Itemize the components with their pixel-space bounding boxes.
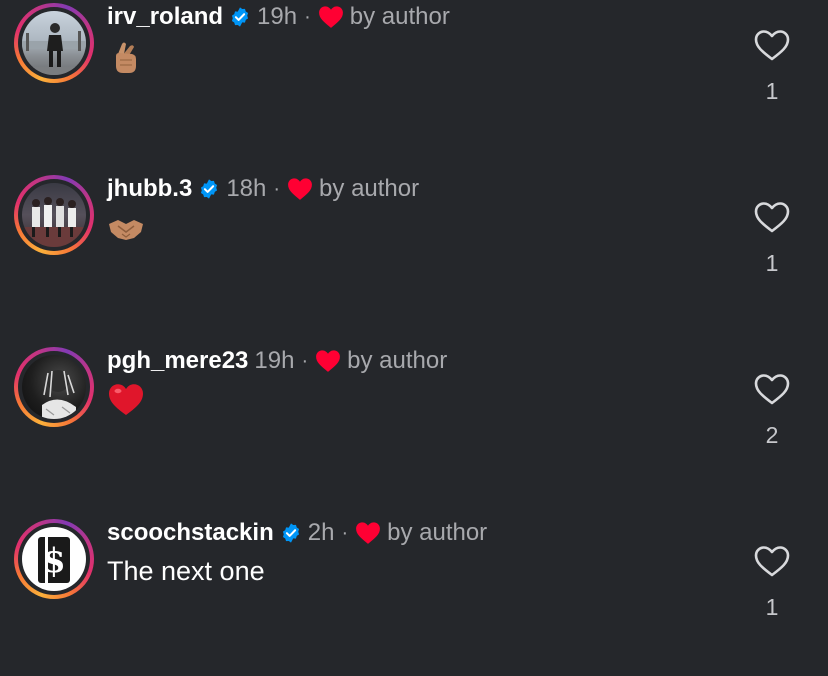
heart-filled-icon xyxy=(288,178,312,200)
comment-time: 2h xyxy=(307,519,335,546)
separator-dot: · xyxy=(341,521,349,544)
comment-time: 18h xyxy=(226,175,267,202)
separator-dot: · xyxy=(301,349,309,372)
verified-badge-icon xyxy=(231,7,249,27)
username[interactable]: pgh_mere23 xyxy=(107,347,248,375)
comment-item: pgh_mere23 19h · by author 2 xyxy=(0,344,828,504)
username[interactable]: scoochstackin xyxy=(107,519,274,547)
like-count: 2 xyxy=(765,422,779,448)
red-heart-emoji-icon xyxy=(109,384,143,415)
avatar[interactable] xyxy=(14,175,94,255)
verified-badge-icon xyxy=(201,179,218,199)
liked-by-author-label: by author xyxy=(347,347,448,374)
avatar[interactable] xyxy=(14,347,94,427)
liked-by-author-label: by author xyxy=(387,519,488,546)
person-photo-icon xyxy=(22,23,86,75)
heart-filled-icon xyxy=(356,522,381,544)
crossed-fingers-emoji-icon xyxy=(116,42,136,73)
separator-dot: · xyxy=(273,177,281,200)
like-heart-outline-icon[interactable] xyxy=(752,371,792,407)
comment-time: 19h xyxy=(257,3,298,30)
comment-item: jhubb.3 18h · by author 1 xyxy=(0,172,828,332)
liked-by-author-label: by author xyxy=(349,3,450,30)
comment-time: 19h xyxy=(254,347,295,374)
avatar[interactable] xyxy=(14,3,94,83)
like-count: 1 xyxy=(765,594,779,620)
comment-text: The next one xyxy=(107,556,265,586)
like-count: 1 xyxy=(765,78,779,104)
username[interactable]: jhubb.3 xyxy=(107,175,192,203)
team-photo-icon xyxy=(22,197,86,247)
liked-by-author-label: by author xyxy=(319,175,420,202)
like-heart-outline-icon[interactable] xyxy=(752,199,792,235)
username[interactable]: irv_roland xyxy=(107,3,223,31)
like-heart-outline-icon[interactable] xyxy=(752,543,792,579)
heart-filled-icon xyxy=(318,6,343,28)
portrait-photo-icon xyxy=(42,370,76,419)
heart-filled-icon xyxy=(316,350,341,372)
comment-item: $ scoochstackin 2h · by author The next … xyxy=(0,516,828,676)
dollar-logo-icon: $ xyxy=(38,535,70,585)
like-count: 1 xyxy=(765,250,779,276)
comment-item: irv_roland 19h · by author 1 xyxy=(0,0,828,160)
separator-dot: · xyxy=(304,5,311,28)
handshake-emoji-icon xyxy=(109,220,143,240)
avatar[interactable]: $ xyxy=(14,519,94,599)
like-heart-outline-icon[interactable] xyxy=(752,27,792,63)
verified-badge-icon xyxy=(282,523,299,543)
